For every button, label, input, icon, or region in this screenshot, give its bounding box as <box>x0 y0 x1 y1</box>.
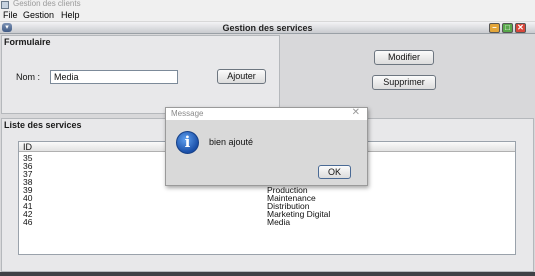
menu-file[interactable]: File <box>3 10 18 20</box>
nom-label: Nom : <box>16 72 41 82</box>
internal-frame-title: Gestion des services <box>222 23 313 33</box>
form-section-title: Formulaire <box>4 37 51 47</box>
maximize-button[interactable]: □ <box>502 23 513 33</box>
minimize-button[interactable]: – <box>489 23 500 33</box>
message-dialog: Message ✕ i bien ajouté OK <box>165 107 368 186</box>
add-button[interactable]: Ajouter <box>217 69 266 84</box>
delete-button[interactable]: Supprimer <box>372 75 436 90</box>
nom-input[interactable]: Media <box>50 70 178 84</box>
menu-bar: File Gestion Help <box>0 10 535 22</box>
app-title-bar: Gestion des clients <box>0 0 535 10</box>
desktop-bottom-strip <box>0 272 535 276</box>
list-section-title: Liste des services <box>4 120 82 130</box>
menu-gestion[interactable]: Gestion <box>23 10 54 20</box>
column-header-id[interactable]: ID <box>23 142 32 152</box>
dialog-close-icon[interactable]: ✕ <box>352 107 360 118</box>
info-icon: i <box>176 131 199 154</box>
cell-name: Media <box>267 217 291 227</box>
actions-panel: Modifier Supprimer <box>282 35 534 114</box>
dialog-title-bar[interactable]: Message ✕ <box>166 107 367 120</box>
ok-button[interactable]: OK <box>318 165 351 179</box>
close-button[interactable]: ✕ <box>515 23 526 33</box>
form-panel: Formulaire Nom : Media Ajouter <box>1 35 280 114</box>
dialog-title: Message <box>171 109 204 118</box>
cell-id: 46 <box>23 217 33 227</box>
dialog-message: bien ajouté <box>209 137 254 147</box>
app-title: Gestion des clients <box>13 0 81 8</box>
table-row[interactable]: 46 Media <box>19 217 515 227</box>
internal-frame-title-bar[interactable]: ▾ Gestion des services – □ ✕ <box>0 22 535 34</box>
modify-button[interactable]: Modifier <box>374 50 434 65</box>
menu-help[interactable]: Help <box>61 10 80 20</box>
app-icon <box>1 1 9 9</box>
